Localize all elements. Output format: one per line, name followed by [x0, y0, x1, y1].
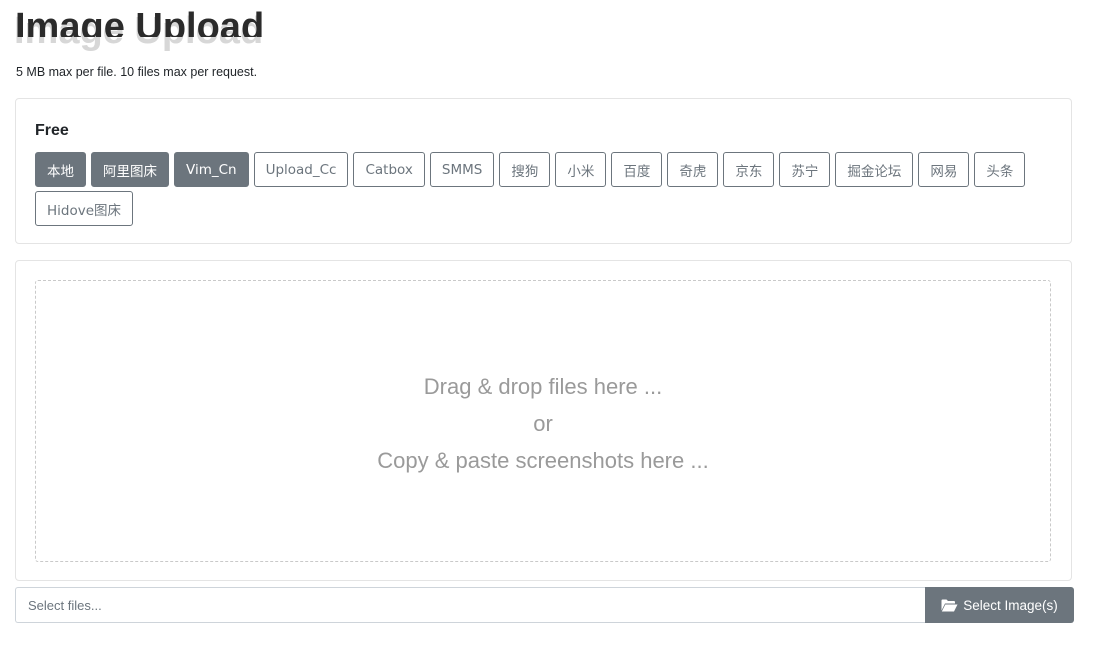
host-button[interactable]: 头条 [974, 152, 1026, 187]
host-button[interactable]: Upload_Cc [253, 152, 349, 187]
host-button[interactable]: SMMS [429, 152, 495, 187]
file-picker: Select Image(s) [15, 587, 1074, 623]
host-button[interactable]: 小米 [555, 152, 607, 187]
host-button[interactable]: Hidove图床 [35, 191, 134, 226]
host-button[interactable]: 掘金论坛 [835, 152, 914, 187]
upload-limits-text: 5 MB max per file. 10 files max per requ… [16, 65, 258, 79]
dropzone-card: Drag & drop files here ... or Copy & pas… [15, 260, 1072, 581]
file-dropzone[interactable]: Drag & drop files here ... or Copy & pas… [35, 280, 1051, 562]
host-button[interactable]: 本地 [35, 152, 86, 187]
select-images-label: Select Image(s) [963, 597, 1058, 613]
select-images-button[interactable]: Select Image(s) [925, 587, 1074, 623]
dropzone-line-drag: Drag & drop files here ... [423, 374, 663, 399]
dropzone-line-or: or [533, 411, 553, 436]
host-button[interactable]: 阿里图床 [91, 152, 169, 187]
host-button[interactable]: Catbox [353, 152, 425, 187]
host-button[interactable]: 百度 [611, 152, 663, 187]
host-selector-card: Free 本地 阿里图床 Vim_Cn Upload_Cc Catbox SMMS 搜狗 小米… [15, 98, 1072, 244]
image-upload-page: Image Upload Image Upload 5 MB max per f… [0, 0, 1100, 651]
host-button[interactable]: 网易 [918, 152, 970, 187]
host-group-label: Free [35, 122, 69, 139]
host-button[interactable]: 京东 [723, 152, 775, 187]
file-caption-input[interactable] [15, 587, 925, 623]
host-button[interactable]: 奇虎 [667, 152, 719, 187]
host-button[interactable]: 苏宁 [779, 152, 831, 187]
host-button[interactable]: Vim_Cn [174, 152, 249, 187]
host-button[interactable]: 搜狗 [499, 152, 551, 187]
dropzone-line-paste: Copy & paste screenshots here ... [377, 448, 709, 473]
host-button-group: 本地 阿里图床 Vim_Cn Upload_Cc Catbox SMMS 搜狗 小米 百度 奇虎京… [35, 152, 1045, 226]
folder-open-icon [941, 599, 958, 612]
